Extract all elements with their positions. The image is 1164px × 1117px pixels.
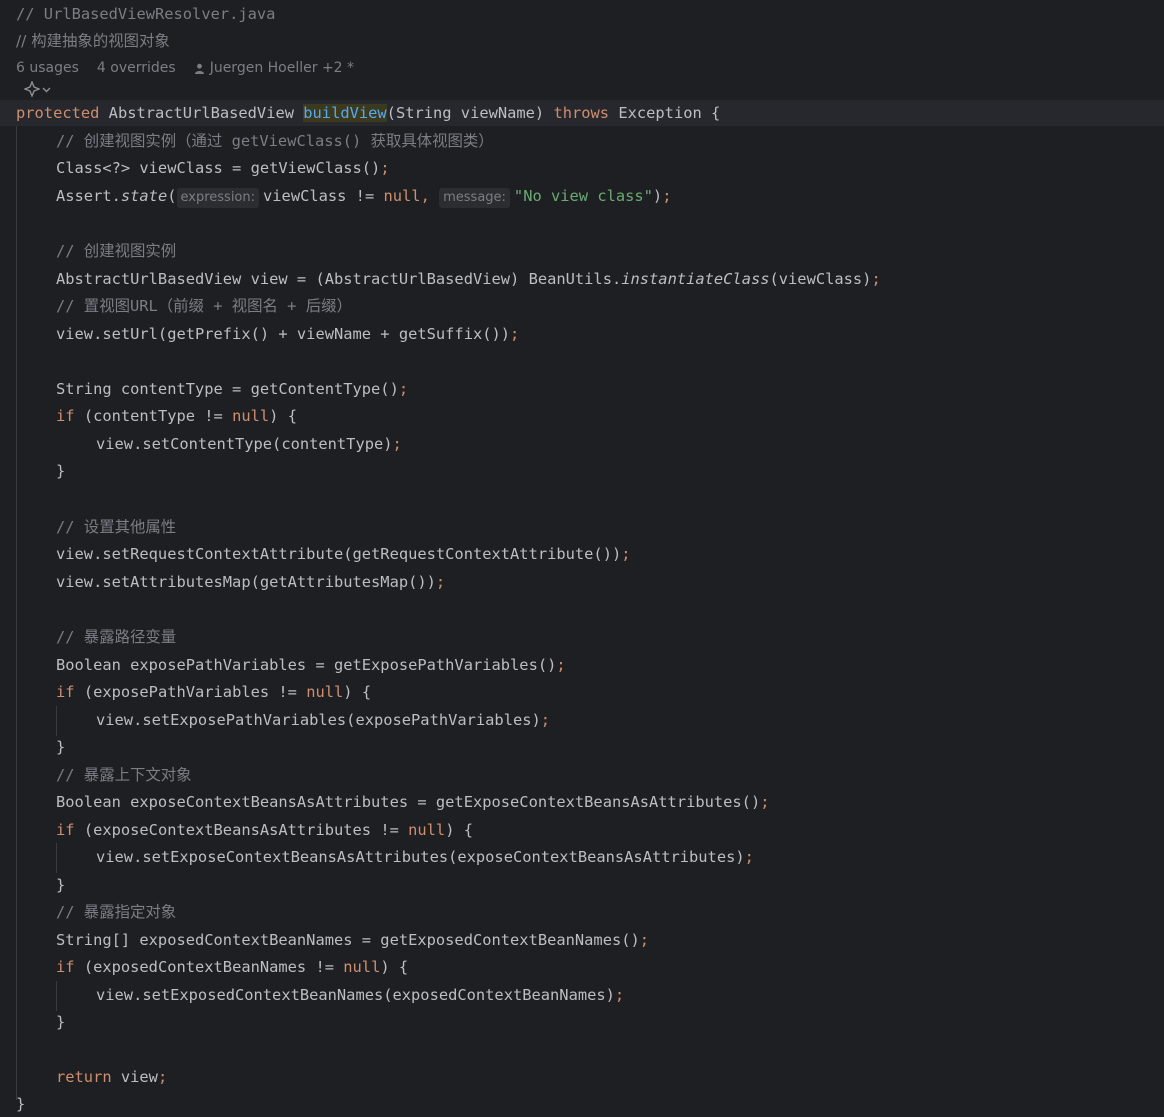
parameter-hint: expression:: [176, 188, 260, 208]
code-line: Class<?> viewClass = getViewClass();: [56, 159, 390, 177]
code-line: view.setExposedContextBeanNames(exposedC…: [96, 986, 625, 1004]
exception-type: Exception {: [609, 104, 721, 122]
code-line: Boolean exposePathVariables = getExposeP…: [56, 656, 566, 674]
keyword: protected: [16, 104, 100, 122]
keyword: throws: [553, 104, 610, 122]
code-line: }: [56, 738, 66, 756]
indent-guide: [56, 981, 57, 1011]
code-line: }: [56, 1013, 66, 1031]
comment-line: // 暴露上下文对象: [56, 766, 192, 784]
ai-assistant-icon: [24, 81, 40, 97]
indent-guide: [16, 126, 17, 1100]
comment-line: // 设置其他属性: [56, 518, 177, 536]
usages-link[interactable]: 6 usages: [16, 58, 79, 78]
parameter-hint: message:: [439, 188, 510, 208]
code-line: if (exposePathVariables != null) {: [56, 683, 372, 701]
code-line: view.setExposePathVariables(exposePathVa…: [96, 711, 551, 729]
code-line: return view;: [56, 1068, 168, 1086]
code-line: }: [56, 876, 66, 894]
code-editor[interactable]: // UrlBasedViewResolver.java // 构建抽象的视图对…: [0, 0, 1164, 1117]
comment-line: // UrlBasedViewResolver.java: [16, 5, 276, 23]
indent-guide: [56, 843, 57, 873]
code-line: view.setUrl(getPrefix() + viewName + get…: [56, 325, 520, 343]
author-name: Juergen Hoeller +2 *: [209, 60, 355, 76]
code-line: view.setExposeContextBeansAsAttributes(e…: [96, 848, 754, 866]
comment-line: // 构建抽象的视图对象: [16, 32, 170, 50]
method-signature: protected AbstractUrlBasedView buildView…: [16, 101, 720, 125]
chevron-down-icon: [42, 87, 51, 92]
code-line: }: [16, 1095, 26, 1113]
method-params: (String viewName): [386, 104, 554, 122]
code-line: Boolean exposeContextBeansAsAttributes =…: [56, 793, 770, 811]
indent-guide: [56, 706, 57, 736]
code-line: if (exposeContextBeansAsAttributes != nu…: [56, 821, 474, 839]
code-line: view.setAttributesMap(getAttributesMap()…: [56, 573, 446, 591]
comment-line: // 置视图URL（前缀 + 视图名 + 后缀）: [56, 297, 352, 315]
code-line: view.setContentType(contentType);: [96, 435, 402, 453]
overrides-link[interactable]: 4 overrides: [97, 58, 176, 78]
author-info[interactable]: Juergen Hoeller +2 *: [194, 58, 354, 78]
ai-assistant-button[interactable]: [24, 80, 58, 98]
code-line: AbstractUrlBasedView view = (AbstractUrl…: [56, 270, 881, 288]
code-line: Assert.state(expression: viewClass != nul…: [56, 184, 671, 208]
comment-line: // 暴露路径变量: [56, 628, 177, 646]
return-type: AbstractUrlBasedView: [99, 104, 304, 122]
comment-line: // 创建视图实例（通过 getViewClass() 获取具体视图类）: [56, 132, 494, 150]
code-line: }: [56, 462, 66, 480]
comment-line: // 暴露指定对象: [56, 903, 177, 921]
code-line: if (exposedContextBeanNames != null) {: [56, 958, 409, 976]
person-icon: [194, 63, 204, 74]
method-name[interactable]: buildView: [303, 104, 387, 122]
code-vision-meta: 6 usages 4 overrides Juergen Hoeller +2 …: [16, 58, 354, 78]
comment-line: // 创建视图实例: [56, 242, 177, 260]
code-line: view.setRequestContextAttribute(getReque…: [56, 545, 631, 563]
code-line: String[] exposedContextBeanNames = getEx…: [56, 931, 650, 949]
code-line: if (contentType != null) {: [56, 407, 297, 425]
code-line: String contentType = getContentType();: [56, 380, 409, 398]
